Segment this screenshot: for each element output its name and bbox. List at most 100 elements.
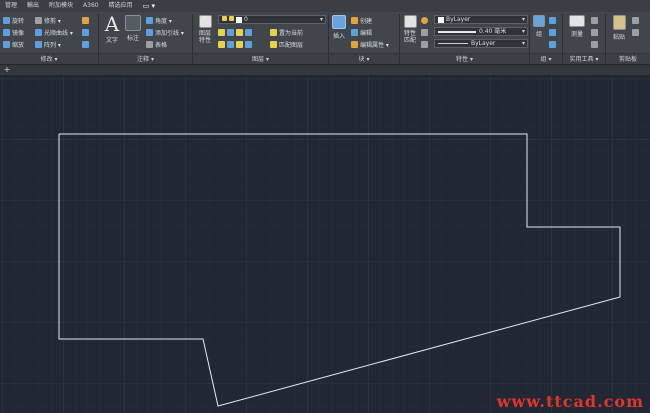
- paste-icon: [612, 15, 626, 30]
- edit-attributes-icon: [351, 40, 358, 48]
- layer-unlock-icon: [245, 40, 252, 48]
- modify-panel-title[interactable]: 修改 ▾: [0, 53, 98, 64]
- dimension-icon: [125, 15, 141, 31]
- tab-output[interactable]: 輸出: [22, 0, 44, 12]
- layers-panel-title[interactable]: 图层 ▾: [193, 53, 328, 64]
- edit-block-icon: [351, 28, 358, 36]
- group-edit-tool[interactable]: [549, 27, 558, 37]
- layer-properties-tool[interactable]: 图层 特性: [195, 13, 215, 44]
- rotate-tool[interactable]: 旋转: [3, 15, 24, 25]
- clipboard-panel-title[interactable]: 剪贴板: [606, 53, 650, 64]
- lineweight-icon: [421, 28, 428, 36]
- lineweight-dropdown[interactable]: 0.40 毫米 ▾: [434, 27, 528, 36]
- annotation-panel-title[interactable]: 注释 ▾: [99, 53, 192, 64]
- drawing-canvas[interactable]: [0, 75, 650, 413]
- table-tool[interactable]: 表格: [146, 39, 167, 49]
- mirror-tool[interactable]: 镜像: [3, 27, 24, 37]
- add-leader-tool[interactable]: 添加引线 ▾: [146, 27, 184, 37]
- ungroup-icon: [549, 16, 556, 24]
- chevron-down-icon: ▾: [521, 28, 525, 35]
- angle-icon: [146, 16, 153, 24]
- group-tool[interactable]: 组: [531, 13, 547, 38]
- color-wheel[interactable]: [421, 15, 430, 25]
- insert-block-tool[interactable]: 插入: [330, 13, 348, 40]
- calculator-tool[interactable]: [591, 15, 600, 25]
- block-panel-title[interactable]: 块 ▾: [329, 53, 399, 64]
- chevron-down-icon: ▾: [319, 16, 323, 23]
- workspace-toggle[interactable]: ▭ ▾: [138, 0, 160, 12]
- tab-manage[interactable]: 管理: [0, 0, 22, 12]
- smooth-curve-icon: [35, 28, 42, 36]
- text-a-icon: A: [104, 12, 120, 36]
- layer-thaw-icon: [236, 40, 243, 48]
- edit-attributes-tool[interactable]: 编辑属性 ▾: [351, 39, 389, 49]
- scale-icon: [3, 40, 10, 48]
- create-block-tool[interactable]: 创建: [351, 15, 372, 25]
- new-tab-button[interactable]: +: [3, 66, 11, 74]
- group-icon: [533, 15, 545, 27]
- array-icon: [35, 40, 42, 48]
- edit-block-tool[interactable]: 编辑: [351, 27, 372, 37]
- group-select-tool[interactable]: [549, 39, 558, 49]
- tab-featured-apps[interactable]: 精选应用: [104, 0, 138, 12]
- stretch-icon: [82, 40, 89, 48]
- layer-tools-row2[interactable]: [218, 39, 254, 49]
- leader-icon: [146, 28, 153, 36]
- insert-icon: [332, 15, 346, 29]
- match-layer-tool[interactable]: 匹配图层: [270, 39, 303, 49]
- smooth-curve-tool[interactable]: 光顺曲线 ▾: [35, 27, 73, 37]
- copy-clip-tool[interactable]: [632, 27, 641, 37]
- cut-tool[interactable]: [632, 15, 641, 25]
- tab-a360[interactable]: A360: [78, 0, 104, 12]
- color-dropdown[interactable]: ByLayer ▾: [434, 15, 528, 24]
- copy-clip-icon: [632, 28, 639, 36]
- copy-tool[interactable]: [82, 27, 91, 37]
- crosshair-icon: [591, 28, 598, 36]
- group-panel-title[interactable]: 组 ▾: [530, 53, 562, 64]
- utilities-panel-title[interactable]: 实用工具 ▾: [563, 53, 605, 64]
- measure-tool[interactable]: 测量: [566, 13, 588, 38]
- layer-dropdown[interactable]: 0 ▾: [218, 15, 326, 24]
- chevron-down-icon: ▾: [521, 40, 525, 47]
- file-tab-strip: +: [0, 65, 650, 75]
- lightbulb-icon: [222, 16, 227, 21]
- lineweight-sample: [438, 30, 476, 33]
- chevron-down-icon: ▾: [521, 16, 525, 23]
- erase-tool[interactable]: [82, 15, 91, 25]
- scissors-icon: [632, 16, 639, 24]
- angular-dim-tool[interactable]: 角度 ▾: [146, 15, 172, 25]
- table-icon: [146, 40, 153, 48]
- trim-icon: [35, 16, 42, 24]
- group-edit-icon: [549, 28, 556, 36]
- measure-icon: [569, 15, 585, 27]
- text-tool[interactable]: A 文字: [102, 13, 122, 44]
- match-properties-tool[interactable]: 特性 匹配: [401, 13, 419, 44]
- rotate-icon: [3, 16, 10, 24]
- ribbon: 旋转 镜像 缩放 修剪 ▾ 光顺曲线 ▾ 阵列 ▾ 修改 ▾ A 文字 标注 角…: [0, 12, 650, 64]
- layer-off-icon: [218, 28, 225, 36]
- point-tool[interactable]: [591, 27, 600, 37]
- layer-lock-icon: [245, 28, 252, 36]
- layer-stack-icon: [198, 15, 212, 28]
- scale-tool[interactable]: 缩放: [3, 39, 24, 49]
- match-properties-icon: [403, 15, 417, 28]
- layer-isolate-icon: [227, 28, 234, 36]
- array-tool[interactable]: 阵列 ▾: [35, 39, 61, 49]
- dimension-tool[interactable]: 标注: [123, 13, 143, 42]
- sun-icon: [229, 16, 234, 21]
- paste-tool[interactable]: 粘贴: [609, 13, 629, 41]
- lineweight-icon-cell: [421, 27, 430, 37]
- select-similar-tool[interactable]: [591, 39, 600, 49]
- set-current-tool[interactable]: 置为当前: [270, 27, 303, 37]
- tab-addins[interactable]: 附加模块: [44, 0, 78, 12]
- match-layer-icon: [270, 40, 277, 48]
- calculator-icon: [591, 16, 598, 24]
- ungroup-tool[interactable]: [549, 15, 558, 25]
- trim-tool[interactable]: 修剪 ▾: [35, 15, 61, 25]
- copy-icon: [82, 28, 89, 36]
- properties-panel-title[interactable]: 特性 ▾: [400, 53, 529, 64]
- layer-tools-row1[interactable]: [218, 27, 254, 37]
- stretch-tool[interactable]: [82, 39, 91, 49]
- linetype-dropdown[interactable]: ByLayer ▾: [434, 39, 528, 48]
- layer-freeze-icon: [236, 28, 243, 36]
